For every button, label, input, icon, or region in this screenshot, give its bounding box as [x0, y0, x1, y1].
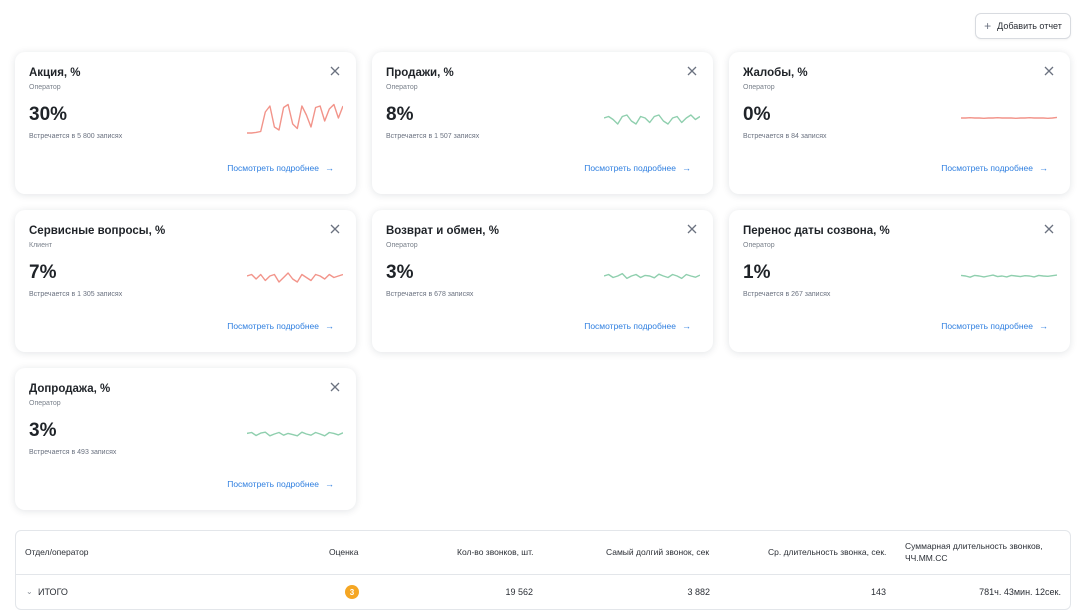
trend-sparkline [247, 272, 343, 283]
plus-icon: + [984, 19, 992, 33]
view-details-link[interactable]: Посмотреть подробнее → [941, 321, 1048, 331]
add-report-button[interactable]: + Добавить отчет [975, 13, 1071, 39]
score-badge: 3 [345, 585, 359, 599]
card-title: Жалобы, % [743, 67, 808, 79]
view-details-link[interactable]: Посмотреть подробнее → [227, 163, 334, 173]
sparkline-path [961, 274, 1057, 278]
arrow-right-icon: → [1039, 163, 1048, 173]
header-department[interactable]: Отдел/оператор [25, 547, 89, 557]
total-calls-count: 19 562 [505, 587, 533, 597]
total-duration: 781ч. 43мин. 12сек. [979, 587, 1061, 597]
header-longest-call[interactable]: Самый долгий звонок, сек [606, 547, 709, 557]
view-details-link[interactable]: Посмотреть подробнее → [941, 163, 1048, 173]
report-card-upsell: Допродажа, % Оператор 3% Встречается в 4… [15, 368, 356, 510]
card-subtitle: Оператор [743, 84, 775, 91]
card-value: 7% [29, 262, 57, 283]
card-title: Допродажа, % [29, 383, 111, 395]
view-details-label: Посмотреть подробнее [227, 321, 319, 331]
view-details-label: Посмотреть подробнее [941, 163, 1033, 173]
calls-summary-table: Отдел/оператор Оценка Кол-во звонков, шт… [15, 530, 1071, 610]
card-records: Встречается в 493 записях [29, 449, 117, 456]
close-icon[interactable] [328, 222, 342, 236]
trend-sparkline [604, 272, 700, 280]
report-card-reschedule: Перенос даты созвона, % Оператор 1% Встр… [729, 210, 1070, 352]
card-subtitle: Оператор [29, 400, 61, 407]
close-icon[interactable] [1042, 64, 1056, 78]
total-avg-duration: 143 [870, 587, 886, 597]
view-details-label: Посмотреть подробнее [227, 479, 319, 489]
total-label: ИТОГО [38, 587, 68, 597]
table-row-total[interactable]: ⌄ ИТОГО 3 19 562 3 882 143 781ч. 43мин. … [16, 575, 1070, 609]
view-details-link[interactable]: Посмотреть подробнее → [227, 321, 334, 331]
close-icon[interactable] [328, 64, 342, 78]
report-card-complaints: Жалобы, % Оператор 0% Встречается в 84 з… [729, 52, 1070, 194]
card-title: Сервисные вопросы, % [29, 225, 166, 237]
close-icon[interactable] [685, 64, 699, 78]
card-value: 30% [29, 104, 68, 125]
card-title: Акция, % [29, 67, 81, 79]
header-calls-count[interactable]: Кол-во звонков, шт. [457, 547, 533, 557]
close-icon[interactable] [685, 222, 699, 236]
view-details-link[interactable]: Посмотреть подробнее → [584, 163, 691, 173]
card-subtitle: Оператор [29, 84, 61, 91]
header-avg-duration[interactable]: Ср. длительность звонка, сек. [768, 547, 886, 557]
report-card-returns: Возврат и обмен, % Оператор 3% Встречает… [372, 210, 713, 352]
arrow-right-icon: → [682, 163, 691, 173]
close-icon[interactable] [1042, 222, 1056, 236]
report-card-service-questions: Сервисные вопросы, % Клиент 7% Встречает… [15, 210, 356, 352]
card-subtitle: Оператор [386, 242, 418, 249]
sparkline-path [247, 431, 343, 437]
view-details-label: Посмотреть подробнее [941, 321, 1033, 331]
card-title: Продажи, % [386, 67, 454, 79]
view-details-link[interactable]: Посмотреть подробнее → [584, 321, 691, 331]
card-records: Встречается в 678 записях [386, 291, 474, 298]
card-title: Перенос даты созвона, % [743, 225, 890, 237]
card-subtitle: Оператор [743, 242, 775, 249]
arrow-right-icon: → [325, 321, 334, 331]
close-icon[interactable] [328, 380, 342, 394]
arrow-right-icon: → [682, 321, 691, 331]
sparkline-path [604, 272, 700, 280]
card-records: Встречается в 84 записях [743, 133, 827, 140]
card-value: 3% [386, 262, 414, 283]
arrow-right-icon: → [325, 163, 334, 173]
header-total-duration[interactable]: Суммарная длительность звонков, ЧЧ.ММ.СС [905, 540, 1065, 564]
view-details-link[interactable]: Посмотреть подробнее → [227, 479, 334, 489]
card-subtitle: Клиент [29, 242, 53, 249]
view-details-label: Посмотреть подробнее [584, 321, 676, 331]
card-subtitle: Оператор [386, 84, 418, 91]
trend-sparkline [604, 114, 700, 125]
table-header-row: Отдел/оператор Оценка Кол-во звонков, шт… [16, 531, 1070, 575]
trend-sparkline [961, 116, 1057, 119]
view-details-label: Посмотреть подробнее [584, 163, 676, 173]
trend-sparkline [247, 431, 343, 437]
report-card-promo: Акция, % Оператор 30% Встречается в 5 80… [15, 52, 356, 194]
card-title: Возврат и обмен, % [386, 225, 499, 237]
header-score[interactable]: Оценка [329, 547, 358, 557]
top-toolbar: + Добавить отчет [0, 0, 1085, 44]
arrow-right-icon: → [325, 479, 334, 489]
chevron-down-icon[interactable]: ⌄ [26, 587, 33, 596]
arrow-right-icon: → [1039, 321, 1048, 331]
trend-sparkline [961, 274, 1057, 278]
card-value: 0% [743, 104, 771, 125]
card-records: Встречается в 5 800 записях [29, 133, 123, 140]
card-value: 1% [743, 262, 771, 283]
add-report-label: Добавить отчет [997, 21, 1062, 31]
sparkline-path [604, 114, 700, 125]
sparkline-path [961, 116, 1057, 119]
card-value: 8% [386, 104, 414, 125]
card-records: Встречается в 1 305 записях [29, 291, 123, 298]
sparkline-path [247, 103, 343, 134]
trend-sparkline [247, 103, 343, 134]
card-records: Встречается в 1 507 записях [386, 133, 480, 140]
report-card-sales: Продажи, % Оператор 8% Встречается в 1 5… [372, 52, 713, 194]
total-longest-call: 3 882 [687, 587, 710, 597]
card-value: 3% [29, 420, 57, 441]
card-records: Встречается в 267 записях [743, 291, 831, 298]
sparkline-path [247, 272, 343, 283]
view-details-label: Посмотреть подробнее [227, 163, 319, 173]
